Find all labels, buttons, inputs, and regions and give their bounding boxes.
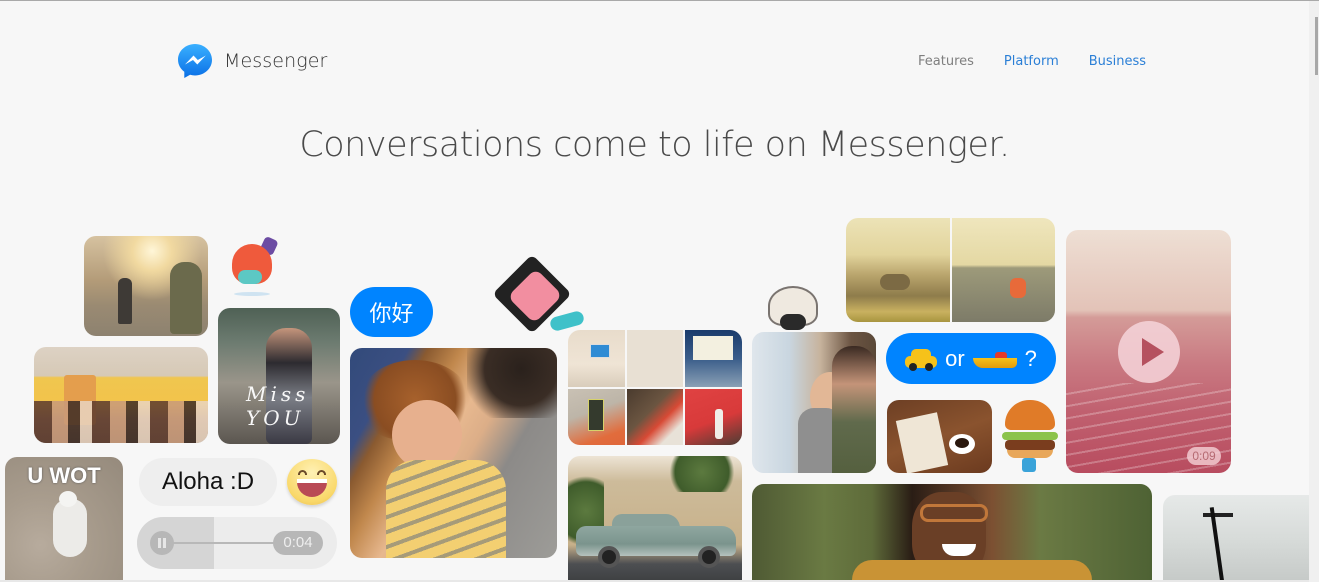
brand-name: Messenger	[224, 50, 328, 72]
grid-photo-phone	[568, 388, 625, 445]
photo-coast-cliffs	[846, 218, 950, 322]
photo-street-friends	[84, 236, 208, 336]
or-text: or	[945, 345, 965, 371]
nav-features[interactable]: Features	[918, 54, 974, 69]
dinosaur-sticker	[222, 234, 282, 298]
chat-bubble-nihao: 你好	[350, 287, 433, 337]
video-duration: 0:09	[1187, 447, 1221, 465]
miss-you-text: Miss YOU	[246, 382, 310, 430]
pause-icon[interactable]	[150, 531, 174, 555]
photo-party	[34, 347, 208, 443]
audio-message: 0:04	[137, 517, 337, 569]
brand-logo[interactable]: Messenger	[176, 42, 327, 80]
speedboat-emoji-icon	[972, 348, 1017, 370]
photo-road-skater	[952, 218, 1055, 322]
sheep-sticker	[764, 284, 822, 336]
grid-photo-desk	[568, 330, 625, 387]
question-mark: ?	[1024, 345, 1037, 371]
chat-bubble-taxi-or-boat: or ?	[886, 333, 1056, 384]
scrollbar[interactable]	[1309, 1, 1319, 582]
chat-bubble-aloha: Aloha :D	[139, 458, 277, 506]
nav-platform[interactable]: Platform	[1004, 54, 1059, 69]
audio-duration: 0:04	[273, 531, 323, 555]
photo-miss-you: Miss YOU	[218, 308, 340, 444]
play-icon[interactable]	[1118, 321, 1180, 383]
main-nav: Features Platform Business	[918, 54, 1146, 69]
meme-seagull: U WOT	[5, 457, 123, 582]
taxi-emoji-icon	[905, 348, 938, 371]
grid-photo-monitor	[685, 330, 742, 387]
site-header: Messenger Features Platform Business	[0, 1, 1309, 101]
meme-caption: U WOT	[27, 463, 101, 488]
photo-laughing-child	[350, 348, 557, 558]
photo-smiling-woman	[752, 484, 1152, 582]
photo-grid	[568, 330, 742, 445]
grid-photo-guitar	[685, 388, 742, 445]
photo-bicycle	[1163, 495, 1309, 582]
messenger-logo-icon	[176, 42, 214, 80]
hero-headline: Conversations come to life on Messenger.	[299, 125, 1010, 165]
scrollbar-thumb[interactable]	[1315, 17, 1318, 75]
photo-laughing-friends	[752, 332, 876, 473]
laughing-emoji-icon	[287, 459, 337, 505]
nav-business[interactable]: Business	[1089, 54, 1146, 69]
video-ocean-surfers[interactable]: 0:09	[1066, 230, 1231, 473]
grid-photo-stairs	[626, 388, 684, 445]
grid-photo-closet	[626, 330, 684, 387]
photo-vintage-car	[568, 456, 742, 582]
burger-sticker	[1002, 398, 1058, 474]
photo-map-coffee	[887, 400, 992, 473]
